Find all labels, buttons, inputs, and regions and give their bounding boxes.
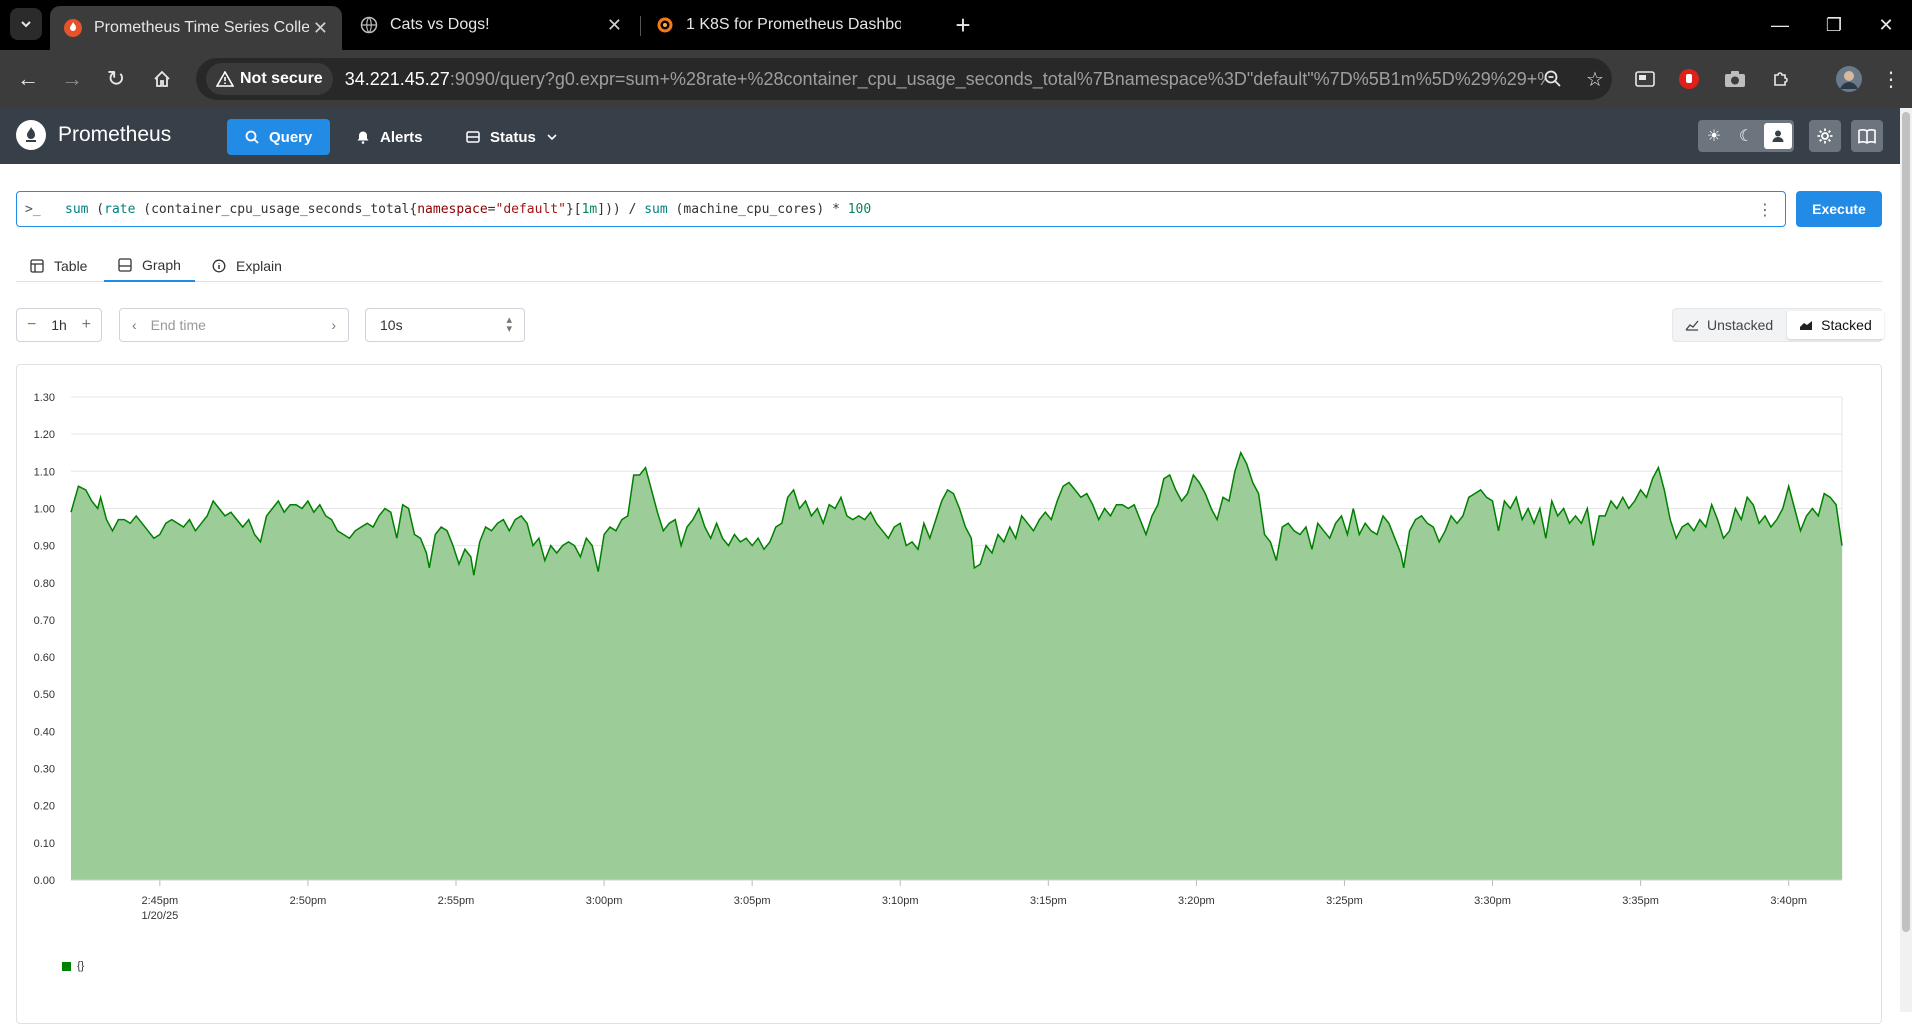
y-tick-label: 0.40: [34, 726, 55, 738]
y-tick-label: 1.20: [34, 429, 55, 441]
y-tick-label: 0.60: [34, 652, 55, 664]
x-tick-label: 3:15pm: [1030, 895, 1067, 907]
x-tick-label: 3:25pm: [1326, 895, 1363, 907]
y-tick-label: 0.80: [34, 578, 55, 590]
y-tick-label: 1.10: [34, 466, 55, 478]
time-series-chart[interactable]: 0.00 0.10 0.20 0.30 0.40 0.50 0.60 0.70 0.80 0.90…: [0, 0, 1900, 1012]
y-tick-label: 0.10: [34, 838, 55, 850]
page-scrollbar-thumb[interactable]: [1902, 112, 1910, 932]
x-tick-label: 3:35pm: [1622, 895, 1659, 907]
x-tick-label: 3:30pm: [1474, 895, 1511, 907]
x-tick-label: 3:20pm: [1178, 895, 1215, 907]
x-tick-label: 2:45pm: [141, 895, 178, 907]
y-tick-label: 0.50: [34, 689, 55, 701]
chart-legend: {}: [62, 960, 84, 972]
y-tick-label: 1.00: [34, 503, 55, 515]
legend-label[interactable]: {}: [77, 960, 84, 972]
x-tick-label: 2:50pm: [290, 895, 327, 907]
y-tick-label: 0.00: [34, 875, 55, 887]
y-tick-label: 0.70: [34, 615, 55, 627]
x-tick-label: 3:05pm: [734, 895, 771, 907]
x-tick-date-label: 1/20/25: [141, 910, 178, 922]
x-tick-label: 3:40pm: [1770, 895, 1807, 907]
x-tick-label: 2:55pm: [438, 895, 475, 907]
x-tick-label: 3:10pm: [882, 895, 919, 907]
y-tick-label: 0.90: [34, 541, 55, 553]
x-tick-label: 3:00pm: [586, 895, 623, 907]
y-tick-label: 0.30: [34, 764, 55, 776]
y-tick-label: 0.20: [34, 801, 55, 813]
y-tick-label: 1.30: [34, 392, 55, 404]
legend-swatch[interactable]: [62, 961, 71, 971]
